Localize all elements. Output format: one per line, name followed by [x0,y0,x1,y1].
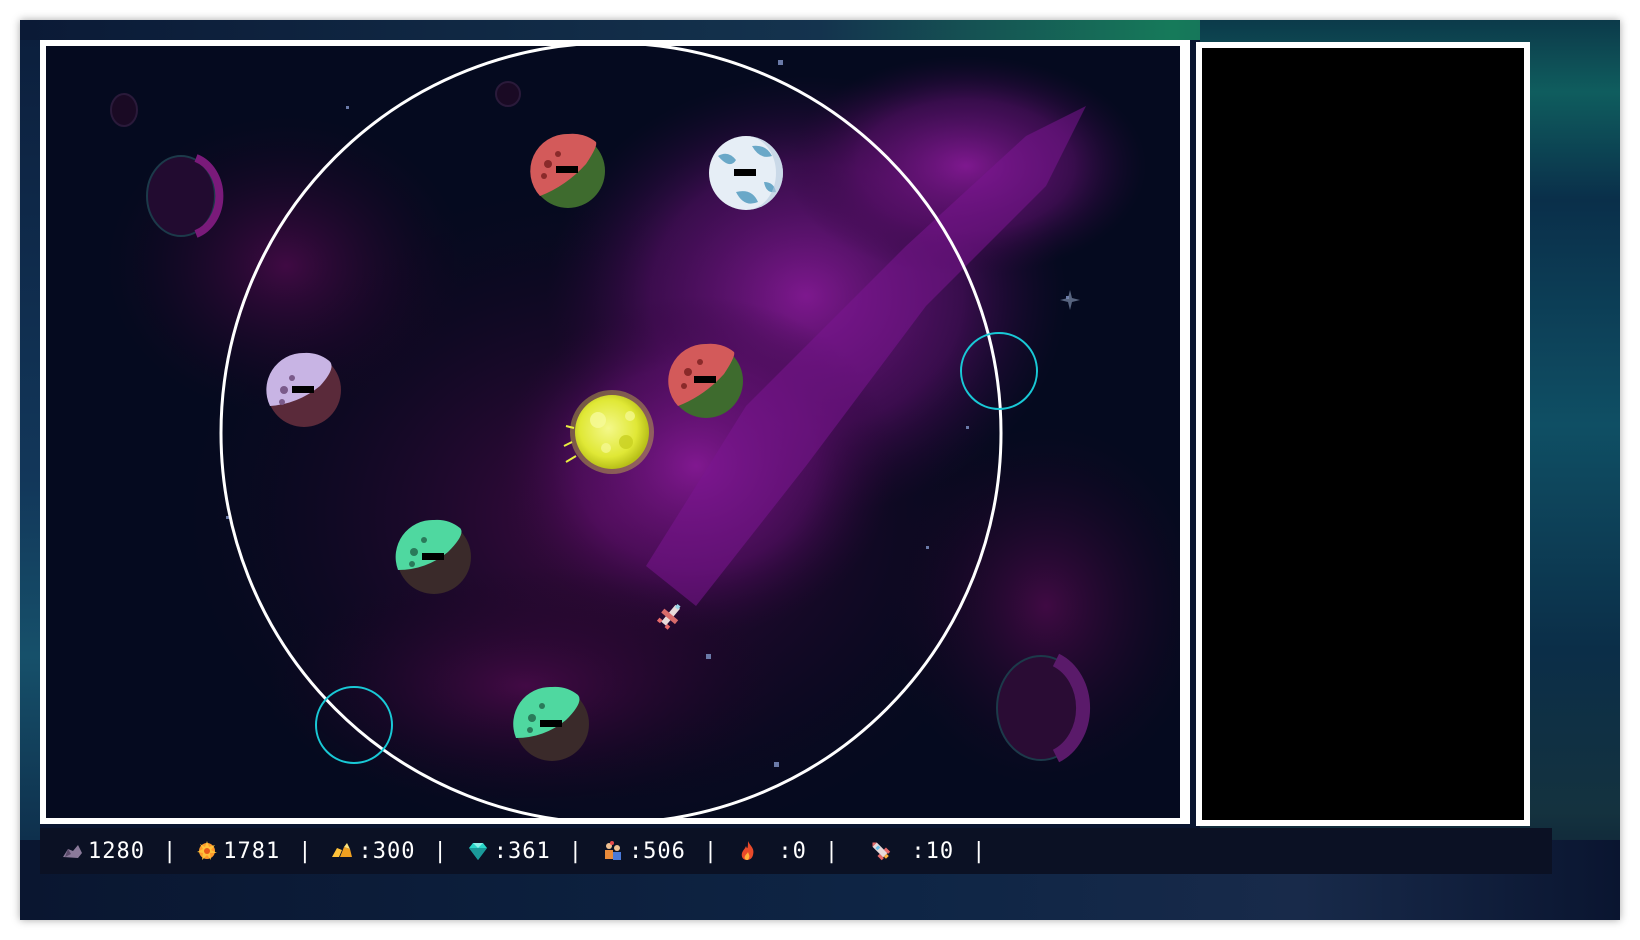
resource-energy: 1781 [195,839,280,864]
crew-value: :506 [628,838,686,864]
background-left [20,40,40,920]
crew-icon [604,841,621,860]
panel-divider [1182,40,1190,824]
energy-icon [197,841,218,860]
fire-value: :0 [764,838,807,864]
rocket-value: :10 [897,838,955,864]
game-window: 1280 | 1781 | :300 | :361 | :506 | :0 | [20,20,1620,920]
resource-crew: :506 [601,839,686,864]
separator: | [972,838,987,864]
space-map[interactable] [40,40,1186,824]
crystal-icon [468,843,487,860]
side-info-panel [1196,42,1530,826]
gold-value: :300 [358,838,416,864]
background-moon-right [996,653,1091,763]
resource-bar: 1280 | 1781 | :300 | :361 | :506 | :0 | [40,828,1552,874]
separator: | [433,838,448,864]
energy-value: 1781 [223,838,281,864]
resource-rocket: :10 [869,839,954,864]
ore-icon [63,845,82,858]
planet-ice[interactable] [709,136,783,210]
ore-value: 1280 [88,838,145,864]
resource-fire: :0 [736,839,807,864]
rocket-icon [872,842,891,861]
gold-icon [332,843,353,857]
separator: | [298,838,313,864]
separator: | [824,838,840,864]
resource-crystal: :361 [466,839,551,864]
separator: | [568,838,583,864]
separator: | [162,838,178,864]
separator: | [703,838,719,864]
fire-icon [741,841,754,860]
resource-gold: :300 [330,839,415,864]
crystal-value: :361 [493,838,551,864]
resource-ore: 1280 [60,839,145,864]
background-moon-left [146,154,224,238]
